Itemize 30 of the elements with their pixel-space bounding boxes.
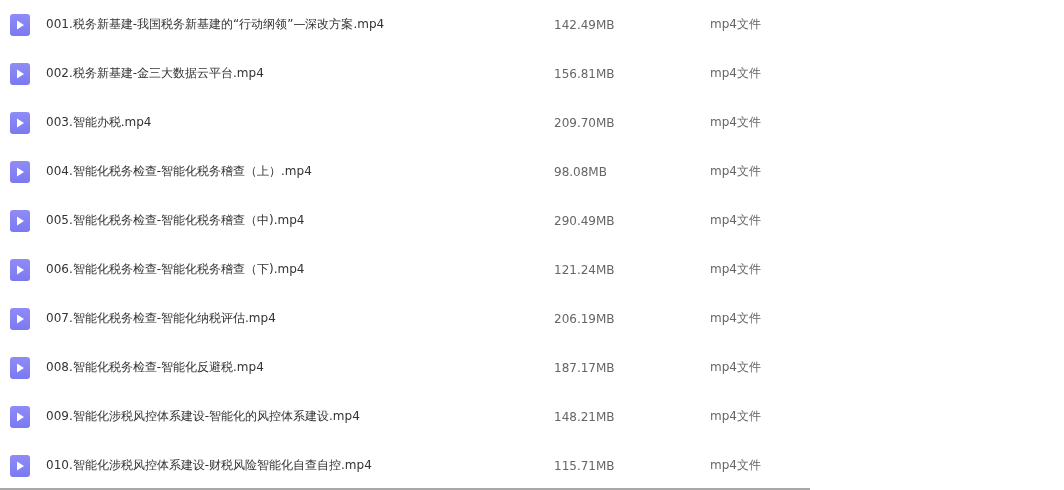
file-name[interactable]: 010.智能化涉税风控体系建设-财税风险智能化自查自控.mp4 [46, 457, 554, 474]
file-name[interactable]: 005.智能化税务检查-智能化税务稽查（中).mp4 [46, 212, 554, 229]
file-size: 121.24MB [554, 262, 616, 277]
file-type: mp4文件 [710, 310, 761, 327]
file-size: 209.70MB [554, 115, 616, 130]
file-type: mp4文件 [710, 359, 761, 376]
file-type: mp4文件 [710, 65, 761, 82]
file-name[interactable]: 007.智能化税务检查-智能化纳税评估.mp4 [46, 310, 554, 327]
file-name[interactable]: 008.智能化税务检查-智能化反避税.mp4 [46, 359, 554, 376]
file-size: 142.49MB [554, 17, 616, 32]
file-type: mp4文件 [710, 457, 761, 474]
file-size: 187.17MB [554, 360, 616, 375]
file-name[interactable]: 002.税务新基建-金三大数据云平台.mp4 [46, 65, 554, 82]
file-size: 115.71MB [554, 458, 616, 473]
file-name[interactable]: 009.智能化涉税风控体系建设-智能化的风控体系建设.mp4 [46, 408, 554, 425]
file-size: 290.49MB [554, 213, 616, 228]
file-type: mp4文件 [710, 408, 761, 425]
file-size: 156.81MB [554, 66, 616, 81]
file-size: 206.19MB [554, 311, 616, 326]
file-name[interactable]: 001.税务新基建-我国税务新基建的“行动纲领”—深改方案.mp4 [46, 16, 554, 33]
file-name[interactable]: 006.智能化税务检查-智能化税务稽查（下).mp4 [46, 261, 554, 278]
file-type: mp4文件 [710, 163, 761, 180]
file-type: mp4文件 [710, 114, 761, 131]
file-type: mp4文件 [710, 212, 761, 229]
file-name[interactable]: 003.智能办税.mp4 [46, 114, 554, 131]
file-type: mp4文件 [710, 16, 761, 33]
file-name[interactable]: 004.智能化税务检查-智能化税务稽查（上）.mp4 [46, 163, 554, 180]
file-size: 148.21MB [554, 409, 616, 424]
file-size: 98.08MB [554, 164, 608, 179]
file-type: mp4文件 [710, 261, 761, 278]
